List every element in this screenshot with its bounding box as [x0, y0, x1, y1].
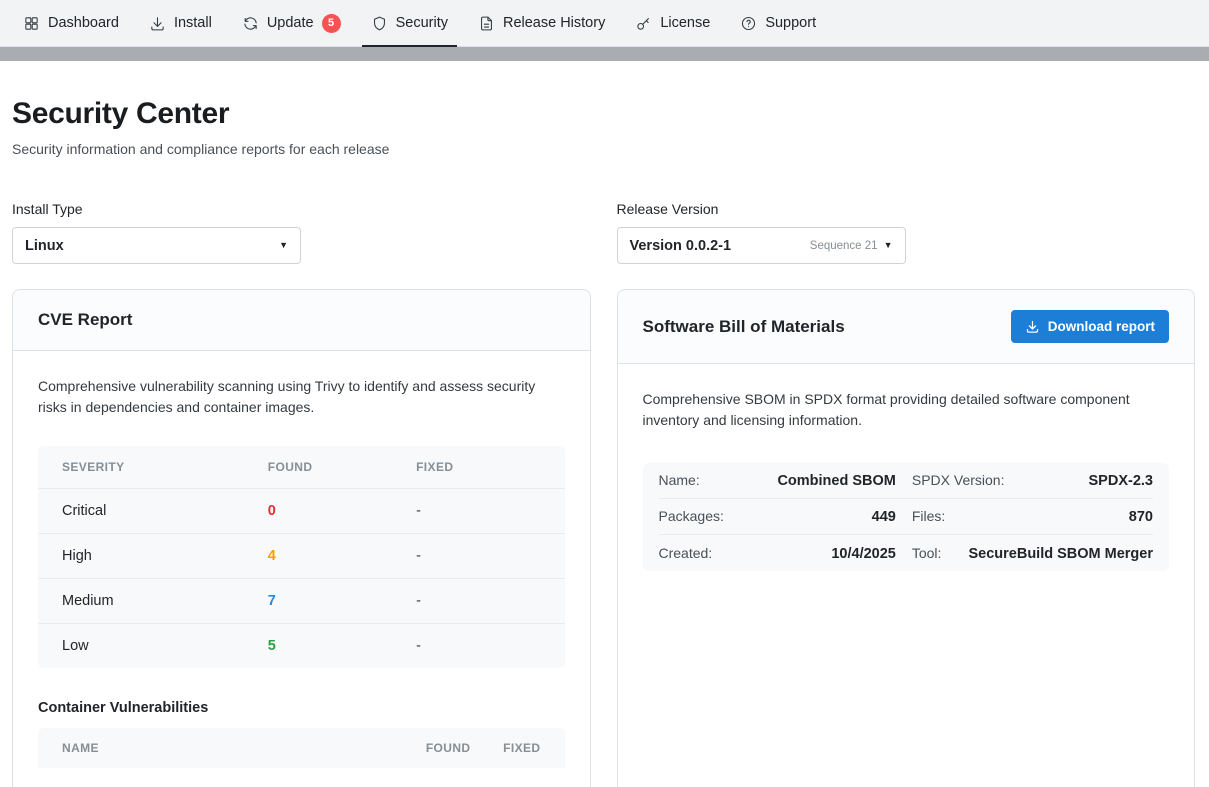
sbom-description: Comprehensive SBOM in SPDX format provid… — [643, 389, 1163, 431]
sbom-info-row: Name: Combined SBOM SPDX Version: SPDX-2… — [659, 463, 1154, 499]
key-icon — [635, 15, 652, 32]
help-icon — [740, 15, 757, 32]
fixed-header-cell: FIXED — [471, 741, 541, 755]
page-title: Security Center — [12, 97, 1195, 131]
severity-found-count: 0 — [268, 503, 416, 519]
info-value: SecureBuild SBOM Merger — [968, 546, 1153, 562]
nav-item-label: License — [660, 15, 710, 31]
nav-item-label: Update — [267, 15, 314, 31]
install-icon — [149, 15, 166, 32]
container-vulnerabilities-header: NAME FOUND FIXED — [38, 728, 565, 768]
sbom-info-row: Created: 10/4/2025 Tool: SecureBuild SBO… — [659, 535, 1154, 571]
severity-name: Low — [62, 638, 268, 654]
document-icon — [478, 15, 495, 32]
severity-table: SEVERITY FOUND FIXED Critical 0 - High 4… — [38, 446, 565, 668]
main-content: Security Center Security information and… — [0, 61, 1209, 787]
release-sequence-label: Sequence 21 — [810, 240, 878, 252]
info-value: SPDX-2.3 — [1089, 473, 1153, 489]
sbom-header: Software Bill of Materials Download repo… — [618, 290, 1195, 364]
nav-item-security[interactable]: Security — [356, 0, 463, 46]
severity-name: Critical — [62, 503, 268, 519]
container-vulnerabilities-title: Container Vulnerabilities — [38, 700, 565, 716]
update-icon — [242, 15, 259, 32]
severity-found-count: 4 — [268, 548, 416, 564]
sbom-card: Software Bill of Materials Download repo… — [617, 289, 1196, 787]
severity-fixed-count: - — [416, 503, 540, 519]
install-type-label: Install Type — [12, 201, 591, 217]
chevron-down-icon: ▼ — [884, 241, 893, 250]
nav-item-install[interactable]: Install — [134, 0, 227, 46]
nav-item-support[interactable]: Support — [725, 0, 831, 46]
install-type-select[interactable]: Linux ▼ — [12, 227, 301, 264]
info-value: Combined SBOM — [777, 473, 895, 489]
table-row: High 4 - — [38, 533, 565, 578]
info-value: 449 — [872, 509, 896, 525]
severity-fixed-count: - — [416, 593, 540, 609]
severity-name: Medium — [62, 593, 268, 609]
dashboard-icon — [23, 15, 40, 32]
cve-report-card: CVE Report Comprehensive vulnerability s… — [12, 289, 591, 787]
nav-item-update[interactable]: Update 5 — [227, 0, 356, 46]
severity-name: High — [62, 548, 268, 564]
chevron-down-icon: ▼ — [279, 241, 288, 250]
container-vulnerabilities-table: NAME FOUND FIXED — [38, 728, 565, 768]
nav-item-label: Release History — [503, 15, 605, 31]
table-row: Low 5 - — [38, 623, 565, 668]
download-icon — [1025, 319, 1040, 334]
severity-found-count: 5 — [268, 638, 416, 654]
sbom-info-panel: Name: Combined SBOM SPDX Version: SPDX-2… — [643, 463, 1170, 571]
info-label: Files: — [912, 508, 945, 524]
nav-item-license[interactable]: License — [620, 0, 725, 46]
download-report-button[interactable]: Download report — [1011, 310, 1169, 343]
info-value: 870 — [1129, 509, 1153, 525]
update-count-badge: 5 — [322, 14, 341, 33]
install-type-value: Linux — [25, 238, 64, 254]
nav-item-label: Install — [174, 15, 212, 31]
release-version-value: Version 0.0.2-1 — [630, 238, 732, 254]
shield-icon — [371, 15, 388, 32]
nav-item-release-history[interactable]: Release History — [463, 0, 620, 46]
name-header-cell: NAME — [62, 741, 381, 755]
sbom-title: Software Bill of Materials — [643, 317, 845, 337]
cve-report-description: Comprehensive vulnerability scanning usi… — [38, 376, 558, 418]
cve-report-body: Comprehensive vulnerability scanning usi… — [13, 351, 590, 787]
nav-item-label: Support — [765, 15, 816, 31]
fixed-header-cell: FIXED — [416, 460, 540, 474]
sbom-info-row: Packages: 449 Files: 870 — [659, 499, 1154, 535]
top-divider-strip — [0, 47, 1209, 61]
sbom-body: Comprehensive SBOM in SPDX format provid… — [618, 364, 1195, 596]
severity-found-count: 7 — [268, 593, 416, 609]
severity-fixed-count: - — [416, 548, 540, 564]
download-report-label: Download report — [1048, 319, 1155, 334]
top-navigation: Dashboard Install Update 5 Security Rele… — [0, 0, 1209, 47]
info-value: 10/4/2025 — [831, 546, 896, 562]
severity-fixed-count: - — [416, 638, 540, 654]
release-version-label: Release Version — [617, 201, 1196, 217]
severity-table-header: SEVERITY FOUND FIXED — [38, 446, 565, 488]
nav-item-label: Security — [396, 15, 448, 31]
info-label: Packages: — [659, 508, 724, 524]
cve-report-header: CVE Report — [13, 290, 590, 351]
table-row: Critical 0 - — [38, 488, 565, 533]
cards-row: CVE Report Comprehensive vulnerability s… — [12, 289, 1195, 787]
table-row: Medium 7 - — [38, 578, 565, 623]
severity-header-cell: SEVERITY — [62, 460, 268, 474]
release-version-select[interactable]: Version 0.0.2-1 Sequence 21 ▼ — [617, 227, 906, 264]
cve-report-title: CVE Report — [38, 310, 132, 330]
filters-row: Install Type Linux ▼ Release Version Ver… — [12, 201, 1195, 264]
page-subtitle: Security information and compliance repo… — [12, 141, 1195, 157]
found-header-cell: FOUND — [268, 460, 416, 474]
nav-item-dashboard[interactable]: Dashboard — [8, 0, 134, 46]
install-type-filter: Install Type Linux ▼ — [12, 201, 591, 264]
info-label: Created: — [659, 545, 713, 561]
info-label: Name: — [659, 472, 700, 488]
release-version-filter: Release Version Version 0.0.2-1 Sequence… — [617, 201, 1196, 264]
info-label: Tool: — [912, 545, 942, 561]
nav-item-label: Dashboard — [48, 15, 119, 31]
found-header-cell: FOUND — [381, 741, 471, 755]
info-label: SPDX Version: — [912, 472, 1005, 488]
